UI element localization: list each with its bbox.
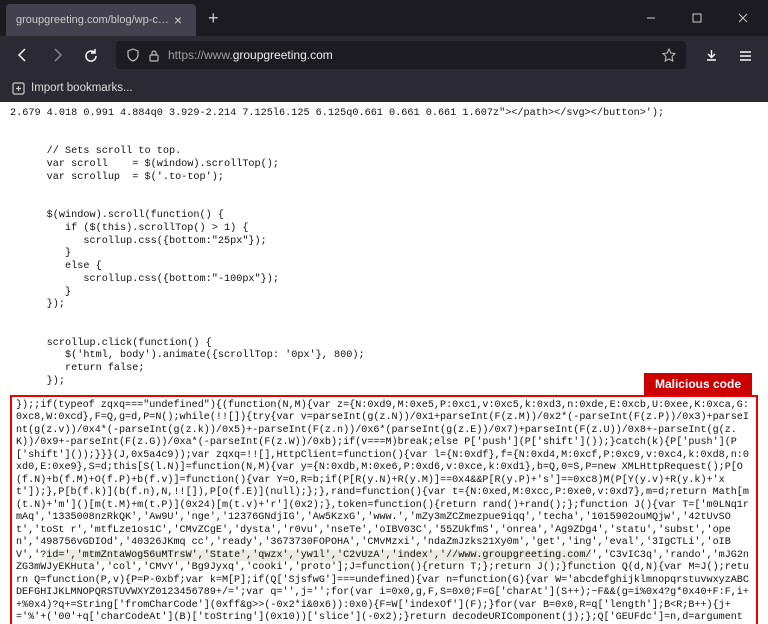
tab-close-icon[interactable]: × — [170, 12, 186, 28]
back-button[interactable] — [8, 40, 38, 70]
window-controls — [628, 0, 768, 36]
malicious-code-box: });;if(typeof zqxq==="undefined"){(funct… — [10, 395, 758, 624]
download-button[interactable] — [696, 40, 726, 70]
reload-button[interactable] — [76, 40, 106, 70]
url-prefix: https://www. — [168, 48, 233, 62]
new-tab-button[interactable]: + — [196, 8, 231, 29]
mal-highlight-1: id=','mtmZntaWog56uMTrsW','State','qwzx'… — [46, 550, 440, 561]
url-domain: groupgreeting.com — [233, 48, 333, 62]
close-window-button[interactable] — [720, 0, 766, 36]
bookmark-toolbar: Import bookmarks... — [0, 74, 768, 102]
mal-highlight-url: '//www.groupgreeting.com/ — [440, 550, 591, 561]
url-text: https://www.groupgreeting.com — [168, 48, 333, 62]
malicious-code: });;if(typeof zqxq==="undefined"){(funct… — [16, 400, 752, 624]
mal-part-1: });;if(typeof zqxq==="undefined"){(funct… — [16, 400, 749, 561]
bookmark-star-icon[interactable] — [662, 48, 676, 62]
malicious-section: Malicious code });;if(typeof zqxq==="und… — [10, 395, 758, 624]
page-content: 2.679 4.018 0.991 4.884q0 3.929-2.214 7.… — [0, 102, 768, 624]
browser-window: groupgreeting.com/blog/wp-conte × + — [0, 0, 768, 624]
nav-toolbar: https://www.groupgreeting.com — [0, 36, 768, 74]
app-menu-button[interactable] — [730, 40, 760, 70]
minimize-button[interactable] — [628, 0, 674, 36]
address-bar[interactable]: https://www.groupgreeting.com — [116, 41, 686, 69]
titlebar: groupgreeting.com/blog/wp-conte × + — [0, 0, 768, 36]
import-bookmarks-icon — [12, 82, 25, 95]
shield-icon[interactable] — [126, 48, 140, 62]
import-bookmarks-link[interactable]: Import bookmarks... — [31, 82, 133, 94]
browser-tab[interactable]: groupgreeting.com/blog/wp-conte × — [6, 4, 196, 36]
malicious-code-label: Malicious code — [644, 373, 752, 395]
tab-title: groupgreeting.com/blog/wp-conte — [16, 14, 170, 26]
source-code-top: 2.679 4.018 0.991 4.884q0 3.929-2.214 7.… — [10, 108, 758, 389]
forward-button[interactable] — [42, 40, 72, 70]
maximize-button[interactable] — [674, 0, 720, 36]
lock-icon[interactable] — [148, 49, 160, 62]
